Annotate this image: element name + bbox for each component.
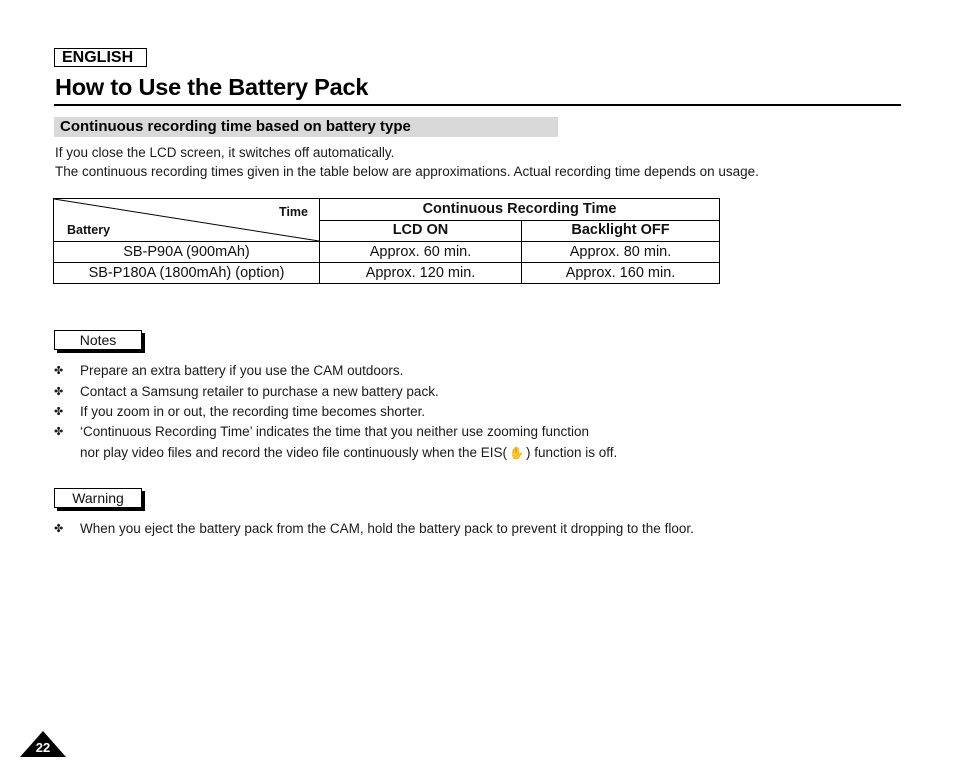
intro-line-1: If you close the LCD screen, it switches… xyxy=(55,145,395,160)
note-text: Prepare an extra battery if you use the … xyxy=(80,363,404,378)
cross-bullet-icon: ✤ xyxy=(54,523,64,535)
note-text: Contact a Samsung retailer to purchase a… xyxy=(80,384,439,399)
table-corner-cell: Time Battery xyxy=(53,198,320,242)
note-text-continuation: nor play video files and record the vide… xyxy=(80,445,617,460)
cross-bullet-icon: ✤ xyxy=(54,386,64,398)
lcd-on-cell: Approx. 120 min. xyxy=(319,262,522,284)
battery-cell: SB-P180A (1800mAh) (option) xyxy=(53,262,320,284)
table-row: SB-P180A (1800mAh) (option) Approx. 120 … xyxy=(53,262,720,284)
group-header-continuous-recording-time: Continuous Recording Time xyxy=(319,198,720,221)
warning-text: When you eject the battery pack from the… xyxy=(80,521,694,536)
table-header-row: Time Battery Continuous Recording Time xyxy=(53,198,720,242)
lcd-on-cell: Approx. 60 min. xyxy=(319,241,522,263)
note-text: ‘Continuous Recording Time’ indicates th… xyxy=(80,424,590,439)
corner-label-time: Time xyxy=(279,205,308,219)
note-text: If you zoom in or out, the recording tim… xyxy=(80,404,426,419)
page-title: How to Use the Battery Pack xyxy=(55,74,369,100)
cross-bullet-icon: ✤ xyxy=(54,406,64,418)
cross-bullet-icon: ✤ xyxy=(54,365,64,377)
language-badge: ENGLISH xyxy=(54,48,147,67)
notes-label: Notes xyxy=(54,330,142,350)
note-text-after-icon: ) function is off. xyxy=(525,445,618,460)
note-text-before-icon: nor play video files and record the vide… xyxy=(80,445,507,460)
page-number-badge: 22 xyxy=(20,731,66,757)
intro-line-2: The continuous recording times given in … xyxy=(55,164,759,179)
shaking-hand-icon: ✋ xyxy=(509,446,524,460)
section-heading: Continuous recording time based on batte… xyxy=(54,117,558,137)
battery-cell: SB-P90A (900mAh) xyxy=(53,241,320,263)
column-header-backlight-off: Backlight OFF xyxy=(521,219,720,242)
warning-label: Warning xyxy=(54,488,142,508)
backlight-off-cell: Approx. 160 min. xyxy=(521,262,720,284)
title-divider xyxy=(54,104,901,106)
backlight-off-cell: Approx. 80 min. xyxy=(521,241,720,263)
table-row: SB-P90A (900mAh) Approx. 60 min. Approx.… xyxy=(53,241,720,263)
battery-recording-time-table: Time Battery Continuous Recording Time L… xyxy=(53,198,720,284)
column-header-lcd-on: LCD ON xyxy=(319,219,522,242)
page-number: 22 xyxy=(35,740,51,755)
cross-bullet-icon: ✤ xyxy=(54,426,64,438)
corner-label-battery: Battery xyxy=(67,223,111,237)
